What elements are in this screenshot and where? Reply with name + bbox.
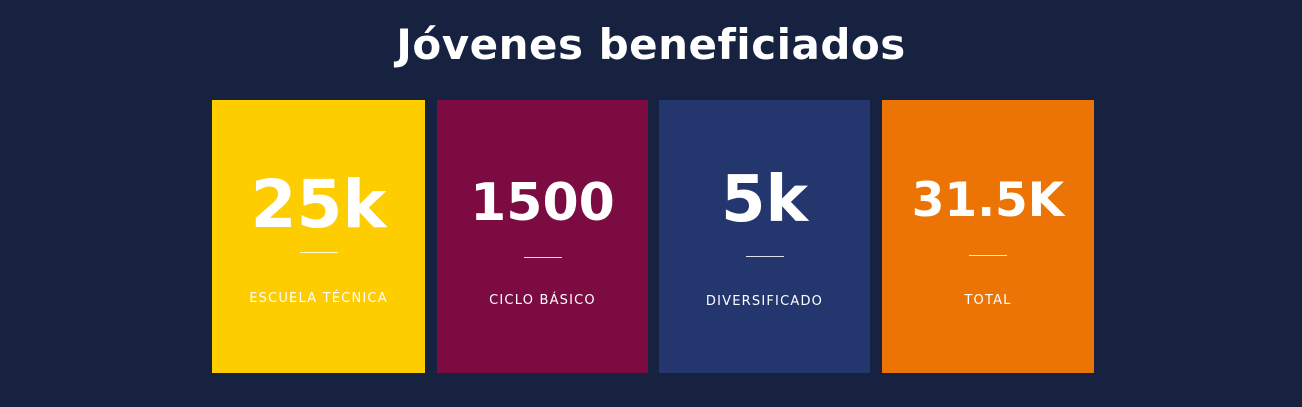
divider: [299, 252, 338, 253]
divider: [969, 255, 1007, 256]
stat-card-ciclo-basico: 1500 CICLO BÁSICO: [437, 100, 648, 373]
stat-card-total: 31.5K TOTAL: [882, 100, 1094, 373]
divider: [523, 257, 562, 258]
stat-label: TOTAL: [964, 293, 1012, 308]
stat-value: 5k: [720, 163, 809, 237]
page-title: Jóvenes beneficiados: [396, 20, 906, 69]
stat-card-diversificado: 5k DIVERSIFICADO: [659, 100, 870, 373]
stat-card-escuela-tecnica: 25k ESCUELA TÉCNICA: [212, 100, 425, 373]
stat-label: DIVERSIFICADO: [705, 294, 824, 309]
divider: [745, 256, 784, 257]
stat-value: 31.5K: [911, 173, 1065, 228]
stat-label: ESCUELA TÉCNICA: [249, 291, 388, 306]
stat-label: CICLO BÁSICO: [489, 293, 596, 308]
stat-value: 25k: [250, 166, 387, 243]
stat-value: 1500: [470, 173, 615, 233]
